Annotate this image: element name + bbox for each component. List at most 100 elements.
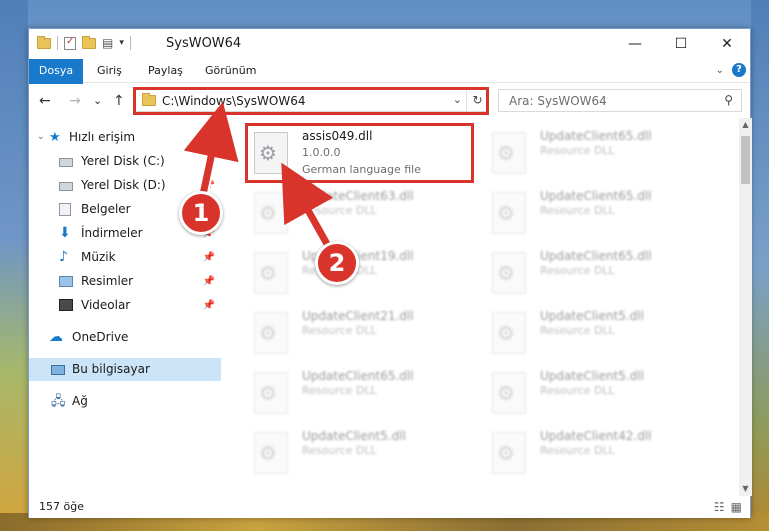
sidebar-item-label: Müzik bbox=[81, 250, 116, 264]
list-item[interactable]: UpdateClient5.dll Resource DLL bbox=[246, 426, 476, 486]
view-icon[interactable]: ▤ bbox=[102, 36, 113, 50]
sidebar-item-videos[interactable]: Videolar 📌 bbox=[29, 294, 221, 317]
new-folder-icon[interactable] bbox=[82, 35, 96, 49]
dll-file-icon bbox=[492, 132, 526, 174]
drive-icon bbox=[59, 182, 73, 191]
dll-file-icon bbox=[492, 312, 526, 354]
list-item[interactable]: UpdateClient21.dll Resource DLL bbox=[246, 306, 476, 366]
file-name: UpdateClient21.dll bbox=[302, 309, 414, 323]
drive-icon bbox=[59, 158, 73, 167]
file-name: UpdateClient65.dll bbox=[540, 189, 652, 203]
file-name: UpdateClient5.dll bbox=[540, 369, 644, 383]
sidebar-item-network[interactable]: 🖧 Ağ bbox=[29, 390, 221, 413]
dll-file-icon bbox=[254, 372, 288, 414]
list-item[interactable]: UpdateClient42.dll Resource DLL bbox=[484, 426, 714, 486]
list-item[interactable]: UpdateClient5.dll Resource DLL bbox=[484, 306, 714, 366]
item-count: 157 öğe bbox=[39, 500, 84, 513]
list-item[interactable]: UpdateClient65.dll Resource DLL bbox=[484, 186, 714, 246]
recent-locations-button[interactable]: ⌄ bbox=[93, 94, 102, 107]
file-description: Resource DLL bbox=[540, 144, 615, 157]
pin-icon[interactable]: 📌 bbox=[203, 150, 215, 173]
dll-file-icon bbox=[254, 432, 288, 474]
search-input[interactable]: Ara: SysWOW64 ⚲ bbox=[498, 89, 742, 112]
dll-file-icon bbox=[254, 192, 288, 234]
sidebar-item-music[interactable]: ♪ Müzik 📌 bbox=[29, 246, 221, 269]
details-view-icon[interactable]: ☷ bbox=[714, 500, 725, 514]
sidebar-item-onedrive[interactable]: ☁ OneDrive bbox=[29, 326, 221, 349]
up-button[interactable]: ↑ bbox=[113, 93, 125, 109]
file-name: UpdateClient5.dll bbox=[540, 309, 644, 323]
pin-icon[interactable]: 📌 bbox=[203, 246, 215, 269]
tab-share[interactable]: Paylaş bbox=[148, 59, 183, 83]
file-name: UpdateClient63.dll bbox=[302, 189, 414, 203]
file-name: UpdateClient65.dll bbox=[540, 249, 652, 263]
step-2-badge: 2 bbox=[315, 241, 359, 285]
close-button[interactable]: ✕ bbox=[704, 29, 750, 59]
folder-icon[interactable] bbox=[37, 35, 51, 49]
dll-file-icon bbox=[254, 252, 288, 294]
computer-icon bbox=[51, 365, 65, 375]
scroll-up-icon[interactable]: ▲ bbox=[739, 118, 752, 132]
back-button[interactable]: ← bbox=[39, 93, 51, 109]
scrollbar-thumb[interactable] bbox=[741, 136, 750, 184]
sidebar-item-label: Yerel Disk (C:) bbox=[81, 154, 165, 168]
window-title: SysWOW64 bbox=[166, 36, 242, 51]
properties-icon[interactable] bbox=[64, 36, 76, 50]
scroll-down-icon[interactable]: ▼ bbox=[739, 482, 752, 496]
tab-view[interactable]: Görünüm bbox=[205, 59, 256, 83]
sidebar-item-quick-access[interactable]: ⌄ ★ Hızlı erişim bbox=[29, 126, 221, 149]
cloud-icon: ☁ bbox=[49, 329, 63, 345]
sidebar-item-label: İndirmeler bbox=[81, 226, 143, 240]
documents-icon bbox=[59, 203, 71, 216]
list-item[interactable]: UpdateClient5.dll Resource DLL bbox=[484, 366, 714, 426]
toolbar-divider bbox=[129, 36, 131, 50]
sidebar-item-label: Yerel Disk (D:) bbox=[81, 178, 166, 192]
list-item[interactable]: UpdateClient65.dll Resource DLL bbox=[246, 366, 476, 426]
navigation-pane: ⌄ ★ Hızlı erişim Yerel Disk (C:) 📌 Yerel… bbox=[29, 118, 221, 496]
sidebar-item-label: Hızlı erişim bbox=[69, 130, 136, 144]
chevron-down-icon[interactable]: ⌄ bbox=[37, 126, 45, 149]
file-description: Resource DLL bbox=[540, 324, 615, 337]
pin-icon[interactable]: 📌 bbox=[203, 294, 215, 317]
sidebar-item-label: Videolar bbox=[81, 298, 131, 312]
search-icon[interactable]: ⚲ bbox=[724, 93, 733, 107]
sidebar-item-this-pc[interactable]: Bu bilgisayar bbox=[29, 358, 221, 381]
list-item[interactable]: UpdateClient63.dll Resource DLL bbox=[246, 186, 476, 246]
list-item[interactable]: UpdateClient65.dll Resource DLL bbox=[484, 246, 714, 306]
minimize-button[interactable]: — bbox=[612, 29, 658, 59]
file-description: Resource DLL bbox=[302, 444, 377, 457]
desktop-background-right bbox=[751, 0, 769, 531]
ribbon-tabs: Dosya Giriş Paylaş Görünüm ⌄ ? bbox=[29, 59, 750, 119]
explorer-window: ▤ ▾ SysWOW64 — ☐ ✕ Dosya Giriş Paylaş Gö… bbox=[28, 28, 752, 518]
file-highlight bbox=[245, 123, 474, 183]
file-description: Resource DLL bbox=[302, 384, 377, 397]
sidebar-item-label: Bu bilgisayar bbox=[72, 362, 150, 376]
dll-file-icon bbox=[492, 252, 526, 294]
sidebar-item-label: OneDrive bbox=[72, 330, 129, 344]
file-name: UpdateClient5.dll bbox=[302, 429, 406, 443]
tiles-view-icon[interactable]: ▦ bbox=[731, 500, 742, 514]
vertical-scrollbar[interactable]: ▲ ▼ bbox=[739, 118, 752, 496]
file-description: Resource DLL bbox=[540, 204, 615, 217]
file-description: Resource DLL bbox=[302, 324, 377, 337]
list-item[interactable]: UpdateClient65.dll Resource DLL bbox=[484, 126, 714, 186]
title-bar: ▤ ▾ SysWOW64 — ☐ ✕ bbox=[29, 29, 750, 59]
help-icon[interactable]: ? bbox=[732, 63, 746, 77]
maximize-button[interactable]: ☐ bbox=[658, 29, 704, 59]
list-item[interactable]: UpdateClient19.dll Resource DLL bbox=[246, 246, 476, 306]
dll-file-icon bbox=[492, 192, 526, 234]
file-description: Resource DLL bbox=[302, 204, 377, 217]
pictures-icon bbox=[59, 276, 73, 287]
sidebar-item-label: Resimler bbox=[81, 274, 134, 288]
forward-button[interactable]: → bbox=[69, 93, 81, 109]
sidebar-item-pictures[interactable]: Resimler 📌 bbox=[29, 270, 221, 293]
file-name: UpdateClient42.dll bbox=[540, 429, 652, 443]
tab-home[interactable]: Giriş bbox=[97, 59, 122, 83]
videos-icon bbox=[59, 299, 73, 311]
step-1-badge: 1 bbox=[179, 191, 223, 235]
chevron-down-icon[interactable]: ▾ bbox=[119, 38, 124, 48]
sidebar-item-local-disk-c[interactable]: Yerel Disk (C:) 📌 bbox=[29, 150, 221, 173]
downloads-icon: ⬇ bbox=[59, 225, 71, 241]
chevron-down-icon[interactable]: ⌄ bbox=[716, 65, 724, 76]
pin-icon[interactable]: 📌 bbox=[203, 270, 215, 293]
